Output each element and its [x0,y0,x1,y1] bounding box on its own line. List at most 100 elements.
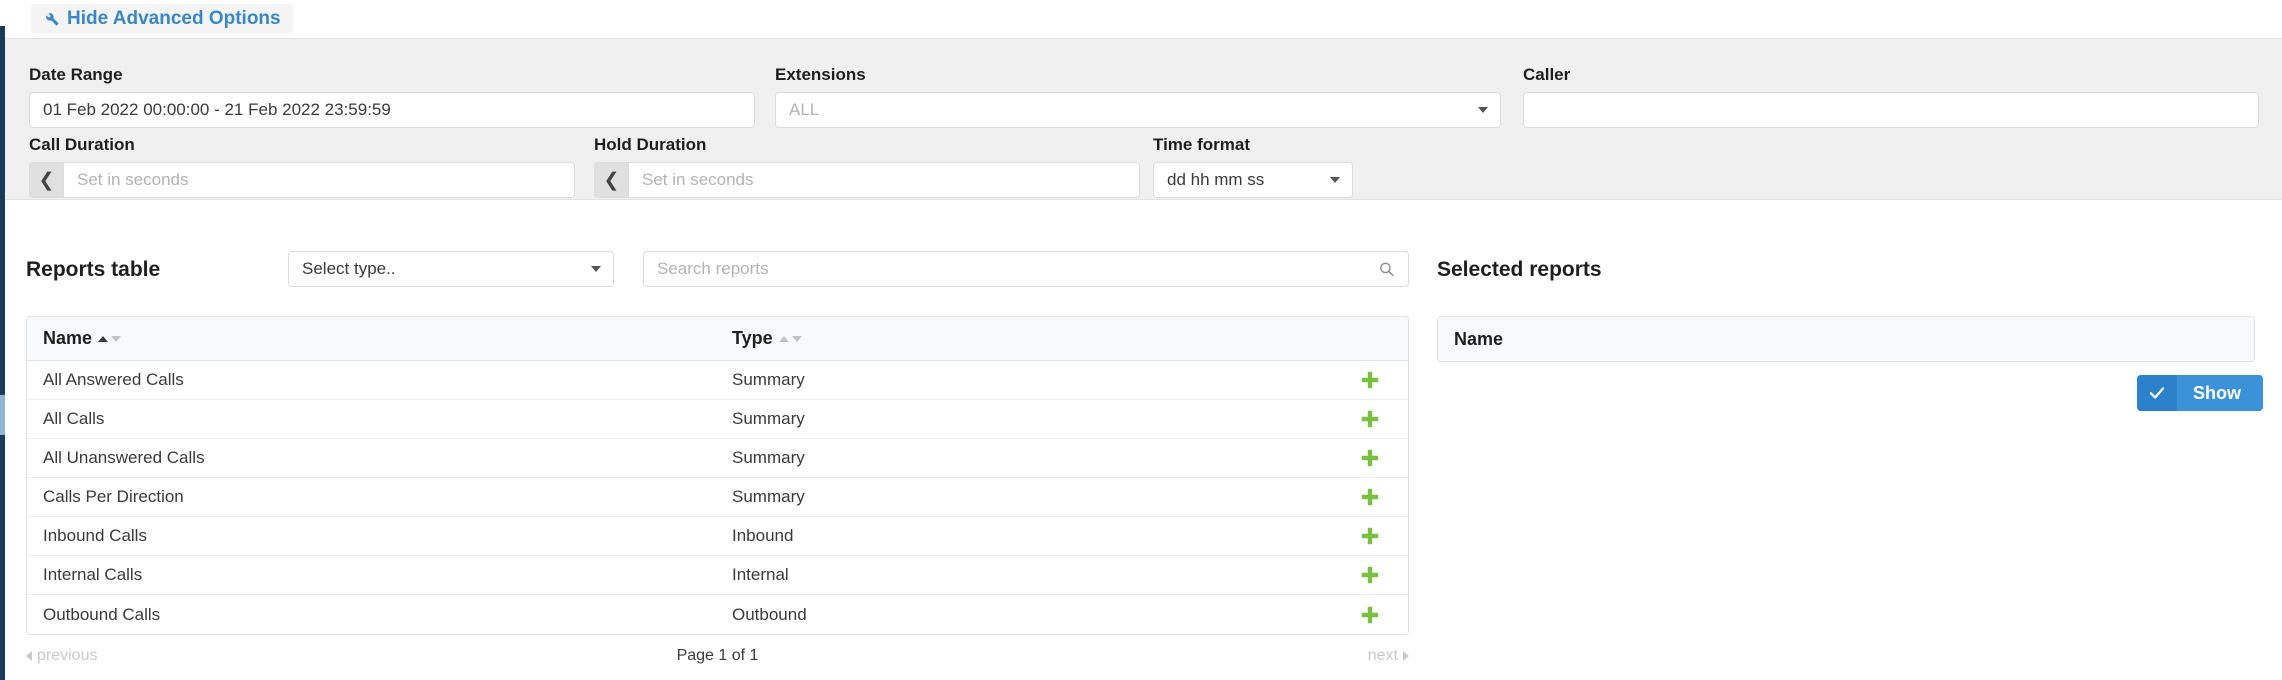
reports-table-title: Reports table [26,258,161,281]
table-row[interactable]: All Unanswered Calls Summary [27,439,1408,478]
column-header-name-label: Name [43,328,93,348]
table-row[interactable]: Internal Calls Internal [27,556,1408,595]
hide-advanced-options-button[interactable]: Hide Advanced Options [31,4,293,33]
selected-reports-table: Name [1437,316,2255,362]
advanced-options-bar: Hide Advanced Options [5,0,2282,38]
left-rail-scroll-thumb[interactable] [0,395,5,435]
chevron-right-icon [1403,651,1409,661]
table-row[interactable]: All Answered Calls Summary [27,361,1408,400]
search-reports-box[interactable]: Search reports [643,251,1409,287]
hold-duration-group: ❮ Set in seconds [594,162,1140,198]
plus-icon[interactable] [1356,366,1384,394]
show-button[interactable]: Show [2137,375,2263,411]
report-name-cell: Internal Calls [43,565,143,584]
previous-page-button[interactable]: previous [26,647,97,665]
field-hold-duration: Hold Duration ❮ Set in seconds [594,135,1140,198]
plus-icon[interactable] [1356,405,1384,433]
call-duration-placeholder: Set in seconds [77,170,189,189]
call-duration-label: Call Duration [29,135,135,154]
column-header-name[interactable]: Name [27,328,716,349]
plus-icon[interactable] [1356,561,1384,589]
report-type-cell: Outbound [732,604,807,624]
chevron-down-icon [1478,107,1488,113]
reports-table-body: All Answered Calls Summary All Calls Summar… [27,361,1408,634]
reports-page: Hide Advanced Options Date Range 01 Feb … [0,0,2282,680]
report-type-cell: Internal [732,565,789,584]
chevron-left-icon[interactable]: ❮ [29,162,63,198]
report-type-cell: Summary [732,487,805,506]
report-type-filter-control[interactable]: Select type.. [288,251,614,287]
plus-icon[interactable] [1356,444,1384,472]
chevron-left-icon[interactable]: ❮ [594,162,628,198]
sort-icon[interactable] [98,335,122,342]
date-range-value: 01 Feb 2022 00:00:00 - 21 Feb 2022 23:59… [43,100,391,119]
plus-icon[interactable] [1356,522,1384,550]
report-name-cell: All Unanswered Calls [43,448,205,467]
report-type-filter-value: Select type.. [302,259,396,278]
call-duration-input[interactable]: Set in seconds [63,162,575,198]
sort-ascending-icon [778,335,789,342]
report-name-cell: Inbound Calls [43,526,147,545]
hold-duration-input[interactable]: Set in seconds [628,162,1140,198]
field-extensions: Extensions ALL [775,65,1501,128]
extensions-label: Extensions [775,65,866,84]
sort-descending-icon [111,335,122,342]
column-header-type[interactable]: Type [716,328,1332,349]
time-format-select[interactable]: dd hh mm ss [1153,162,1353,198]
filters-panel: Date Range 01 Feb 2022 00:00:00 - 21 Feb… [5,38,2282,200]
pagination: previous Page 1 of 1 next [26,642,1409,670]
hide-advanced-options-label: Hide Advanced Options [67,7,281,29]
report-actions-cell [1332,366,1408,394]
hold-duration-label: Hold Duration [594,135,707,154]
next-page-button[interactable]: next [1368,647,1409,665]
next-page-label: next [1367,647,1398,664]
report-actions-cell [1332,483,1408,511]
chevron-down-icon [591,266,601,272]
extensions-select[interactable]: ALL [775,92,1501,128]
table-row[interactable]: Outbound Calls Outbound [27,595,1408,634]
report-actions-cell [1332,405,1408,433]
report-type-filter[interactable]: Select type.. [288,251,614,287]
extensions-value: ALL [789,100,820,119]
sort-ascending-icon [98,335,109,342]
report-type-cell: Summary [732,370,805,389]
search-reports-input[interactable]: Search reports [643,251,1409,287]
report-actions-cell [1332,561,1408,589]
search-icon[interactable] [1378,261,1395,278]
report-name-cell: Calls Per Direction [43,487,184,506]
field-call-duration: Call Duration ❮ Set in seconds [29,135,575,198]
sort-icon[interactable] [778,335,802,342]
selected-reports-header: Name [1438,317,2254,361]
hold-duration-placeholder: Set in seconds [642,170,754,189]
time-format-label: Time format [1153,135,1250,154]
report-actions-cell [1332,601,1408,629]
plus-icon[interactable] [1356,601,1384,629]
field-date-range: Date Range 01 Feb 2022 00:00:00 - 21 Feb… [29,65,755,128]
chevron-down-icon [1330,177,1340,183]
date-range-label: Date Range [29,65,123,84]
caller-input[interactable] [1523,92,2259,128]
report-name-cell: All Calls [43,409,105,428]
date-range-input[interactable]: 01 Feb 2022 00:00:00 - 21 Feb 2022 23:59… [29,92,755,128]
field-time-format: Time format dd hh mm ss [1153,135,1353,198]
table-row[interactable]: Calls Per Direction Summary [27,478,1408,517]
report-actions-cell [1332,522,1408,550]
field-caller: Caller [1523,65,2259,128]
reports-table-header: Name Type [27,317,1408,361]
selected-column-header-name: Name [1454,328,1504,349]
call-duration-group: ❮ Set in seconds [29,162,575,198]
report-type-cell: Summary [732,448,805,467]
plus-icon[interactable] [1356,483,1384,511]
reports-table: Name Type All Answered Calls Summary All C… [26,316,1409,635]
report-type-cell: Inbound [732,526,794,545]
table-row[interactable]: All Calls Summary [27,400,1408,439]
wrench-icon [43,10,60,27]
report-actions-cell [1332,444,1408,472]
previous-page-label: previous [37,647,98,664]
column-header-type-label: Type [732,328,773,348]
report-type-cell: Summary [732,409,805,428]
sort-descending-icon [791,335,802,342]
search-reports-placeholder: Search reports [657,259,769,278]
page-info: Page 1 of 1 [676,647,759,664]
table-row[interactable]: Inbound Calls Inbound [27,517,1408,556]
